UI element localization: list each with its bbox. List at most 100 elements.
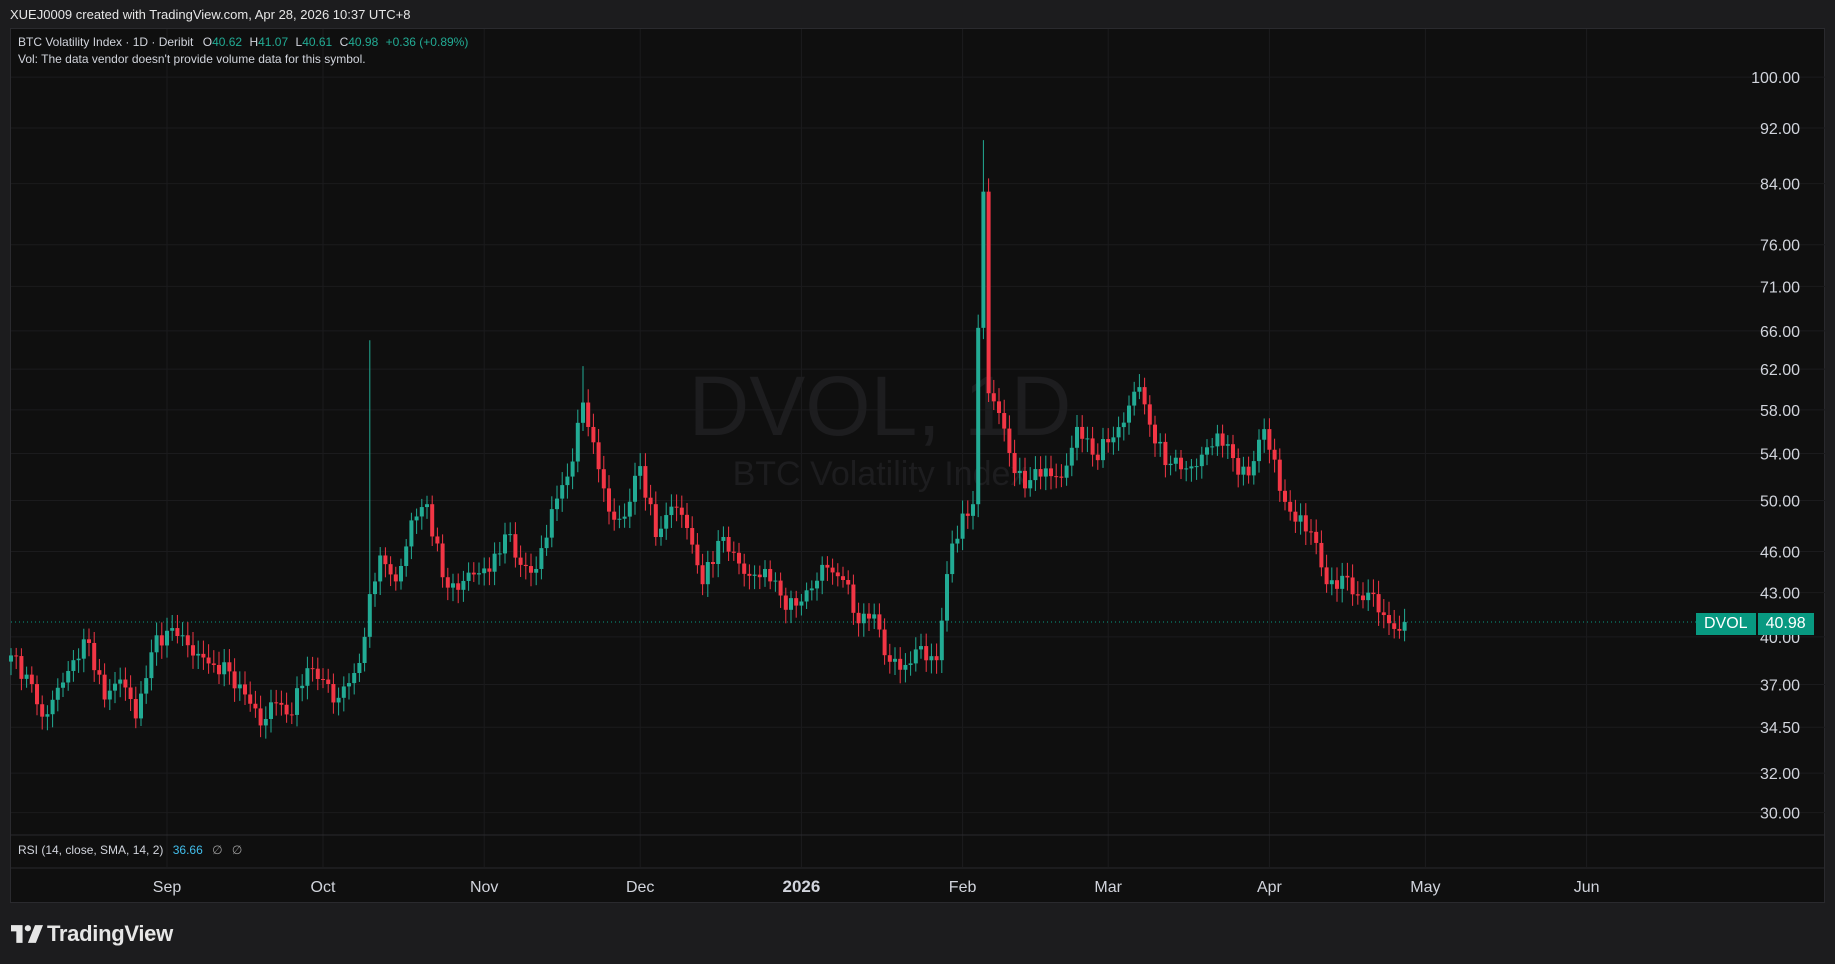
- candle-body: [1028, 480, 1033, 489]
- candle-body: [1194, 466, 1199, 468]
- candle-body: [87, 639, 91, 643]
- candle-body: [778, 580, 783, 596]
- x-tick-label: Mar: [1094, 879, 1122, 896]
- candle-body: [404, 546, 409, 567]
- x-tick-label: Apr: [1257, 879, 1283, 896]
- candle-body: [1324, 567, 1329, 585]
- candle-body: [622, 516, 627, 519]
- candle-body: [1309, 531, 1313, 533]
- candle-body: [1059, 476, 1064, 478]
- candle-body: [617, 518, 622, 520]
- candle-body: [700, 565, 705, 585]
- candle-body: [534, 568, 539, 573]
- candle-body: [934, 656, 939, 661]
- candle-body: [544, 537, 549, 549]
- legend-low: 40.61: [302, 35, 333, 49]
- y-tick-label: 66.00: [1760, 324, 1800, 341]
- x-tick-label: 2026: [782, 877, 820, 896]
- candle-body: [711, 562, 715, 565]
- candle-body: [1283, 490, 1287, 502]
- candle-body: [1163, 441, 1168, 466]
- y-tick-label: 71.00: [1760, 279, 1800, 296]
- candle-body: [492, 553, 497, 572]
- candle-body: [14, 655, 19, 657]
- candle-body: [253, 703, 258, 709]
- candle-body: [716, 540, 721, 565]
- candle-body: [1142, 387, 1147, 405]
- candle-body: [456, 583, 461, 590]
- y-tick-label: 50.00: [1760, 494, 1800, 511]
- candle-body: [1335, 580, 1339, 589]
- candle-body: [71, 660, 76, 671]
- candle-body: [201, 653, 206, 658]
- candle-body: [243, 684, 247, 695]
- candle-body: [341, 686, 346, 698]
- candle-body: [638, 466, 643, 476]
- candle-body: [685, 514, 689, 529]
- candle-body: [607, 488, 611, 512]
- candle-body: [81, 639, 86, 659]
- candle-body: [794, 598, 799, 606]
- candle-body: [846, 580, 851, 585]
- watermark-ticker: DVOL, 1D: [689, 359, 1072, 453]
- candle-body: [1106, 439, 1111, 443]
- candle-body: [1184, 468, 1189, 470]
- candle-body: [29, 674, 34, 685]
- y-tick-label: 54.00: [1760, 447, 1800, 464]
- candle-body: [851, 584, 856, 613]
- candle-body: [471, 572, 476, 575]
- candle-body: [1340, 575, 1345, 589]
- candle-body: [570, 461, 575, 477]
- candle-body: [1137, 387, 1142, 392]
- candle-body: [867, 613, 871, 619]
- candle-body: [357, 663, 362, 674]
- candle-body: [529, 566, 533, 573]
- candle-body: [627, 501, 632, 517]
- candle-body: [893, 658, 897, 662]
- candle-body: [378, 555, 383, 582]
- candle-body: [752, 574, 757, 576]
- tradingview-brand[interactable]: TradingView: [11, 921, 173, 947]
- x-tick-label: Feb: [949, 879, 977, 896]
- candle-body: [737, 552, 741, 564]
- candle-body: [1288, 501, 1293, 512]
- y-tick-label: 34.50: [1760, 720, 1800, 737]
- candle-body: [919, 646, 923, 650]
- candle-body: [373, 581, 377, 595]
- candle-body: [92, 642, 97, 671]
- candle-body: [721, 536, 726, 541]
- rsi-label: RSI (14, close, SMA, 14, 2): [18, 843, 164, 857]
- candle-body: [555, 498, 559, 510]
- candle-body: [679, 507, 684, 515]
- candle-body: [237, 684, 242, 689]
- rsi-legend[interactable]: RSI (14, close, SMA, 14, 2) 36.66 ∅ ∅: [18, 843, 242, 857]
- candle-body: [913, 649, 918, 664]
- candle-body: [1251, 461, 1256, 476]
- y-tick-label: 84.00: [1760, 177, 1800, 194]
- candle-body: [482, 568, 487, 574]
- badge-price: 40.98: [1757, 613, 1814, 635]
- candle-body: [305, 668, 310, 686]
- candle-body: [315, 668, 320, 679]
- price-axis: 100.00 92.00 84.00 76.00 71.00 66.00 62.00 58.0…: [1751, 70, 1800, 822]
- candle-body: [1049, 468, 1053, 477]
- candle-body: [1361, 595, 1365, 601]
- candle-body: [549, 509, 554, 538]
- candle-body: [336, 697, 341, 703]
- chart-canvas[interactable]: DVOL, 1D BTC Volatility Index 100.00 92.0…: [0, 0, 1835, 964]
- candle-body: [40, 704, 45, 717]
- candle-body: [653, 504, 658, 538]
- candle-body: [461, 580, 466, 590]
- candle-body: [1121, 422, 1126, 428]
- y-tick-label: 43.00: [1760, 586, 1800, 603]
- chart-legend: BTC Volatility Index · 1D · Deribit O40.…: [18, 35, 468, 66]
- candle-body: [133, 699, 138, 719]
- candle-body: [1215, 433, 1220, 447]
- candle-body: [731, 551, 736, 553]
- candle-body: [643, 466, 648, 498]
- time-axis: Sep Oct Nov Dec 2026 Feb Mar Apr May Jun: [153, 877, 1600, 896]
- candle-body: [1350, 577, 1355, 595]
- candle-body: [742, 563, 747, 574]
- candle-body: [1054, 476, 1059, 478]
- candle-body: [601, 469, 606, 489]
